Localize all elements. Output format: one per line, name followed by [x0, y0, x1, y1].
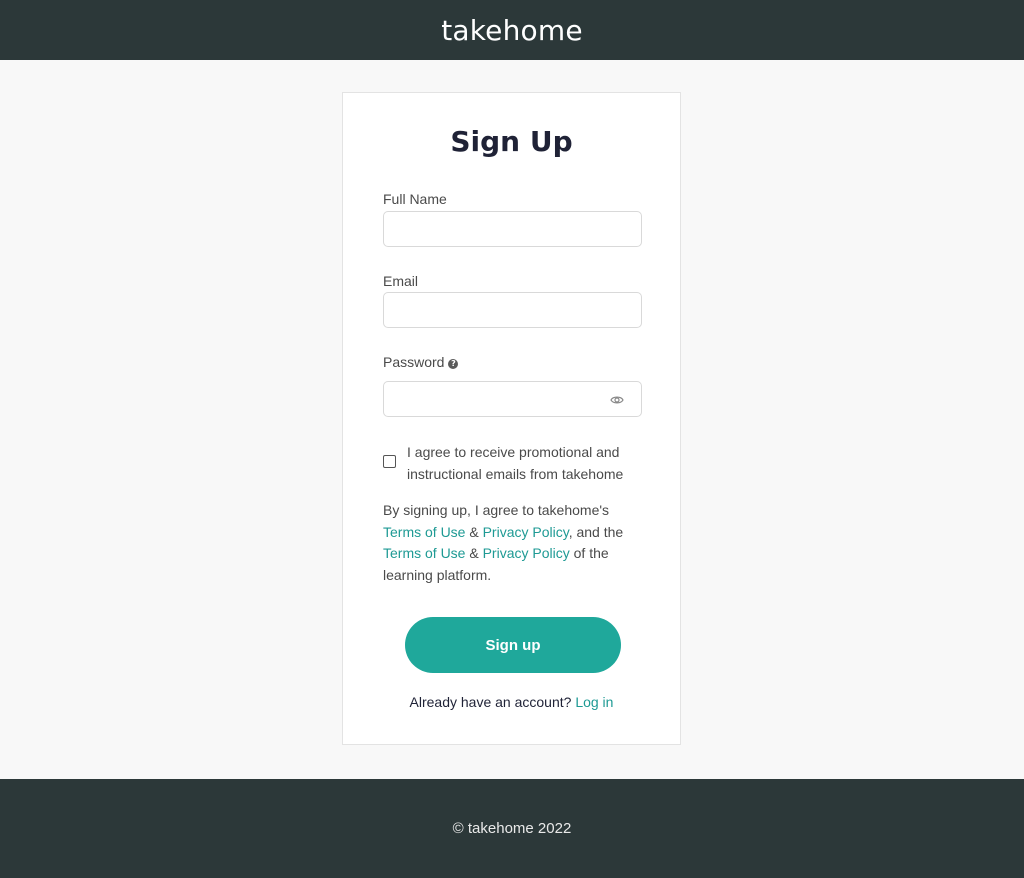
- login-prompt-text: Already have an account?: [409, 694, 572, 710]
- promo-emails-label[interactable]: I agree to receive promotional and instr…: [407, 441, 637, 485]
- terms-of-use-link[interactable]: Terms of Use: [383, 524, 465, 540]
- email-input[interactable]: [383, 292, 642, 328]
- eye-icon[interactable]: [610, 393, 624, 405]
- password-input[interactable]: [383, 381, 642, 417]
- full-name-input[interactable]: [383, 211, 642, 247]
- sign-up-button[interactable]: Sign up: [405, 617, 621, 673]
- email-label: Email: [383, 273, 419, 289]
- password-label: Password?: [383, 354, 459, 370]
- login-prompt: Already have an account? Log in: [343, 694, 680, 710]
- top-navbar: takehome: [0, 0, 1024, 60]
- legal-prefix: By signing up, I agree to takehome's: [383, 502, 610, 518]
- signup-card: Sign Up Full Name Email Password? I agre…: [342, 92, 681, 745]
- legal-middle: , and the: [568, 523, 624, 540]
- legal-ampersand: &: [469, 545, 479, 561]
- platform-privacy-policy-link[interactable]: Privacy Policy: [483, 545, 570, 561]
- page-title: Sign Up: [450, 125, 573, 158]
- copyright-text: © takehome 2022: [452, 820, 572, 837]
- legal-ampersand: &: [469, 523, 479, 540]
- password-label-text: Password: [383, 354, 445, 370]
- promo-emails-checkbox[interactable]: [383, 455, 396, 468]
- log-in-link[interactable]: Log in: [575, 694, 613, 710]
- brand-logo[interactable]: takehome: [441, 14, 583, 47]
- legal-text: By signing up, I agree to takehome's Ter…: [383, 500, 633, 586]
- question-circle-icon[interactable]: ?: [448, 359, 459, 369]
- privacy-policy-link[interactable]: Privacy Policy: [483, 524, 569, 540]
- footer: © takehome 2022: [0, 779, 1024, 878]
- full-name-label: Full Name: [383, 191, 447, 207]
- platform-terms-of-use-link[interactable]: Terms of Use: [383, 545, 465, 561]
